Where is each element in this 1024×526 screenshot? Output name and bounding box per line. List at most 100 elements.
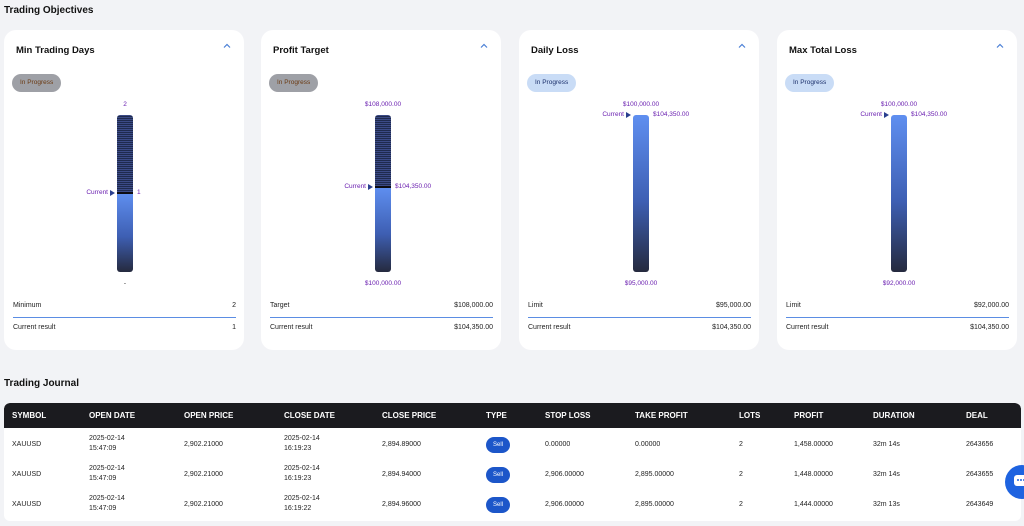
open-price-cell: 2,902.21000 xyxy=(184,501,223,508)
close-price-cell: 2,894.89000 xyxy=(382,441,421,448)
progress-bar xyxy=(891,115,907,272)
objective-card: Max Total Loss In Progress $100,000.00 $92,… xyxy=(777,30,1017,350)
bar-bottom-label: - xyxy=(123,280,127,287)
bar-bottom-label: $100,000.00 xyxy=(364,280,402,287)
symbol-cell: XAUUSD xyxy=(12,471,42,478)
time-text: 16:19:22 xyxy=(284,505,312,512)
close-date-cell: 2025-02-14 16:19:23 xyxy=(284,434,320,454)
type-sell-badge: Sell xyxy=(486,497,510,513)
status-badge: In Progress xyxy=(527,74,577,92)
row-value: $104,350.00 xyxy=(712,324,751,331)
row-divider xyxy=(528,317,751,318)
profit-cell: 1,448.00000 xyxy=(794,471,833,478)
column-header[interactable]: CLOSE DATE xyxy=(284,411,335,420)
objective-row-threshold: Target $108,000.00 xyxy=(270,302,493,309)
objective-title: Max Total Loss xyxy=(789,45,857,56)
duration-cell: 32m 14s xyxy=(873,471,900,478)
bar-top-label: $108,000.00 xyxy=(364,101,402,108)
close-date-cell: 2025-02-14 16:19:22 xyxy=(284,494,320,514)
table-row[interactable]: XAUUSD 2025-02-14 15:47:09 2,902.21000 2025-… xyxy=(4,433,1021,463)
row-divider xyxy=(270,317,493,318)
take-profit-cell: 2,895.00000 xyxy=(635,501,674,508)
time-text: 15:47:09 xyxy=(89,445,117,452)
row-label: Current result xyxy=(13,324,56,331)
objective-title: Profit Target xyxy=(273,45,329,56)
status-badge: In Progress xyxy=(269,74,319,92)
current-marker-label: Current xyxy=(344,183,366,190)
bar-bottom-label: $95,000.00 xyxy=(624,280,658,287)
bar-bottom-label: $92,000.00 xyxy=(882,280,916,287)
open-date-cell: 2025-02-14 15:47:09 xyxy=(89,434,125,454)
table-row[interactable]: XAUUSD 2025-02-14 15:47:09 2,902.21000 2025-… xyxy=(4,493,1021,521)
current-marker-label: Current xyxy=(86,189,108,196)
current-value-label: $104,350.00 xyxy=(395,183,432,190)
objective-row-current: Current result $104,350.00 xyxy=(786,324,1009,331)
deal-cell: 2643655 xyxy=(966,471,994,478)
stop-loss-cell: 0.00000 xyxy=(545,441,571,448)
take-profit-cell: 2,895.00000 xyxy=(635,471,674,478)
time-text: 16:19:23 xyxy=(284,475,312,482)
row-divider xyxy=(13,317,236,318)
chevron-up-icon[interactable] xyxy=(222,41,232,51)
close-date-cell: 2025-02-14 16:19:23 xyxy=(284,464,320,484)
time-text: 15:47:09 xyxy=(89,505,117,512)
time-text: 16:19:23 xyxy=(284,445,312,452)
current-marker-label: Current xyxy=(860,111,882,118)
objective-title: Daily Loss xyxy=(531,45,579,56)
date-text: 2025-02-14 xyxy=(89,435,125,442)
column-header[interactable]: SYMBOL xyxy=(12,411,46,420)
column-header[interactable]: PROFIT xyxy=(794,411,823,420)
progress-bar xyxy=(633,115,649,272)
chevron-up-icon[interactable] xyxy=(479,41,489,51)
type-sell-badge: Sell xyxy=(486,467,510,483)
date-text: 2025-02-14 xyxy=(284,495,320,502)
current-marker-arrow-icon xyxy=(884,112,889,118)
row-label: Target xyxy=(270,302,290,309)
row-value: $108,000.00 xyxy=(454,302,493,309)
objective-row-threshold: Limit $95,000.00 xyxy=(528,302,751,309)
trading-journal-table: SYMBOL OPEN DATE OPEN PRICE CLOSE DATE CLOSE… xyxy=(4,403,1021,521)
row-value: 1 xyxy=(232,324,236,331)
objectives-title: Trading Objectives xyxy=(4,5,94,16)
table-row[interactable]: XAUUSD 2025-02-14 15:47:09 2,902.21000 2025-… xyxy=(4,463,1021,493)
journal-header-row: SYMBOL OPEN DATE OPEN PRICE CLOSE DATE CLOSE… xyxy=(4,403,1021,428)
bar-top-label: $100,000.00 xyxy=(880,101,918,108)
column-header[interactable]: OPEN DATE xyxy=(89,411,135,420)
status-badge: In Progress xyxy=(12,74,62,92)
row-divider xyxy=(786,317,1009,318)
row-label: Current result xyxy=(786,324,829,331)
column-header[interactable]: CLOSE PRICE xyxy=(382,411,436,420)
lots-cell: 2 xyxy=(739,441,743,448)
progress-bar xyxy=(375,115,391,272)
column-header[interactable]: DURATION xyxy=(873,411,915,420)
time-text: 15:47:09 xyxy=(89,475,117,482)
column-header[interactable]: DEAL xyxy=(966,411,988,420)
objective-card: Daily Loss In Progress $100,000.00 $95,000.… xyxy=(519,30,759,350)
objective-row-threshold: Minimum 2 xyxy=(13,302,236,309)
open-price-cell: 2,902.21000 xyxy=(184,471,223,478)
row-label: Limit xyxy=(786,302,801,309)
deal-cell: 2643656 xyxy=(966,441,994,448)
row-label: Limit xyxy=(528,302,543,309)
chevron-up-icon[interactable] xyxy=(995,41,1005,51)
column-header[interactable]: OPEN PRICE xyxy=(184,411,233,420)
open-date-cell: 2025-02-14 15:47:09 xyxy=(89,464,125,484)
row-label: Current result xyxy=(270,324,313,331)
column-header[interactable]: STOP LOSS xyxy=(545,411,591,420)
current-marker-arrow-icon xyxy=(626,112,631,118)
current-marker-arrow-icon xyxy=(368,184,373,190)
column-header[interactable]: TYPE xyxy=(486,411,507,420)
status-badge: In Progress xyxy=(785,74,835,92)
symbol-cell: XAUUSD xyxy=(12,441,42,448)
current-value-label: 1 xyxy=(137,189,141,196)
journal-title: Trading Journal xyxy=(4,378,80,389)
column-header[interactable]: TAKE PROFIT xyxy=(635,411,688,420)
progress-bar xyxy=(117,115,133,272)
row-value: 2 xyxy=(232,302,236,309)
date-text: 2025-02-14 xyxy=(89,495,125,502)
profit-cell: 1,458.00000 xyxy=(794,441,833,448)
column-header[interactable]: LOTS xyxy=(739,411,760,420)
bar-top-label: $100,000.00 xyxy=(622,101,660,108)
chevron-up-icon[interactable] xyxy=(737,41,747,51)
chat-icon xyxy=(1014,475,1024,486)
